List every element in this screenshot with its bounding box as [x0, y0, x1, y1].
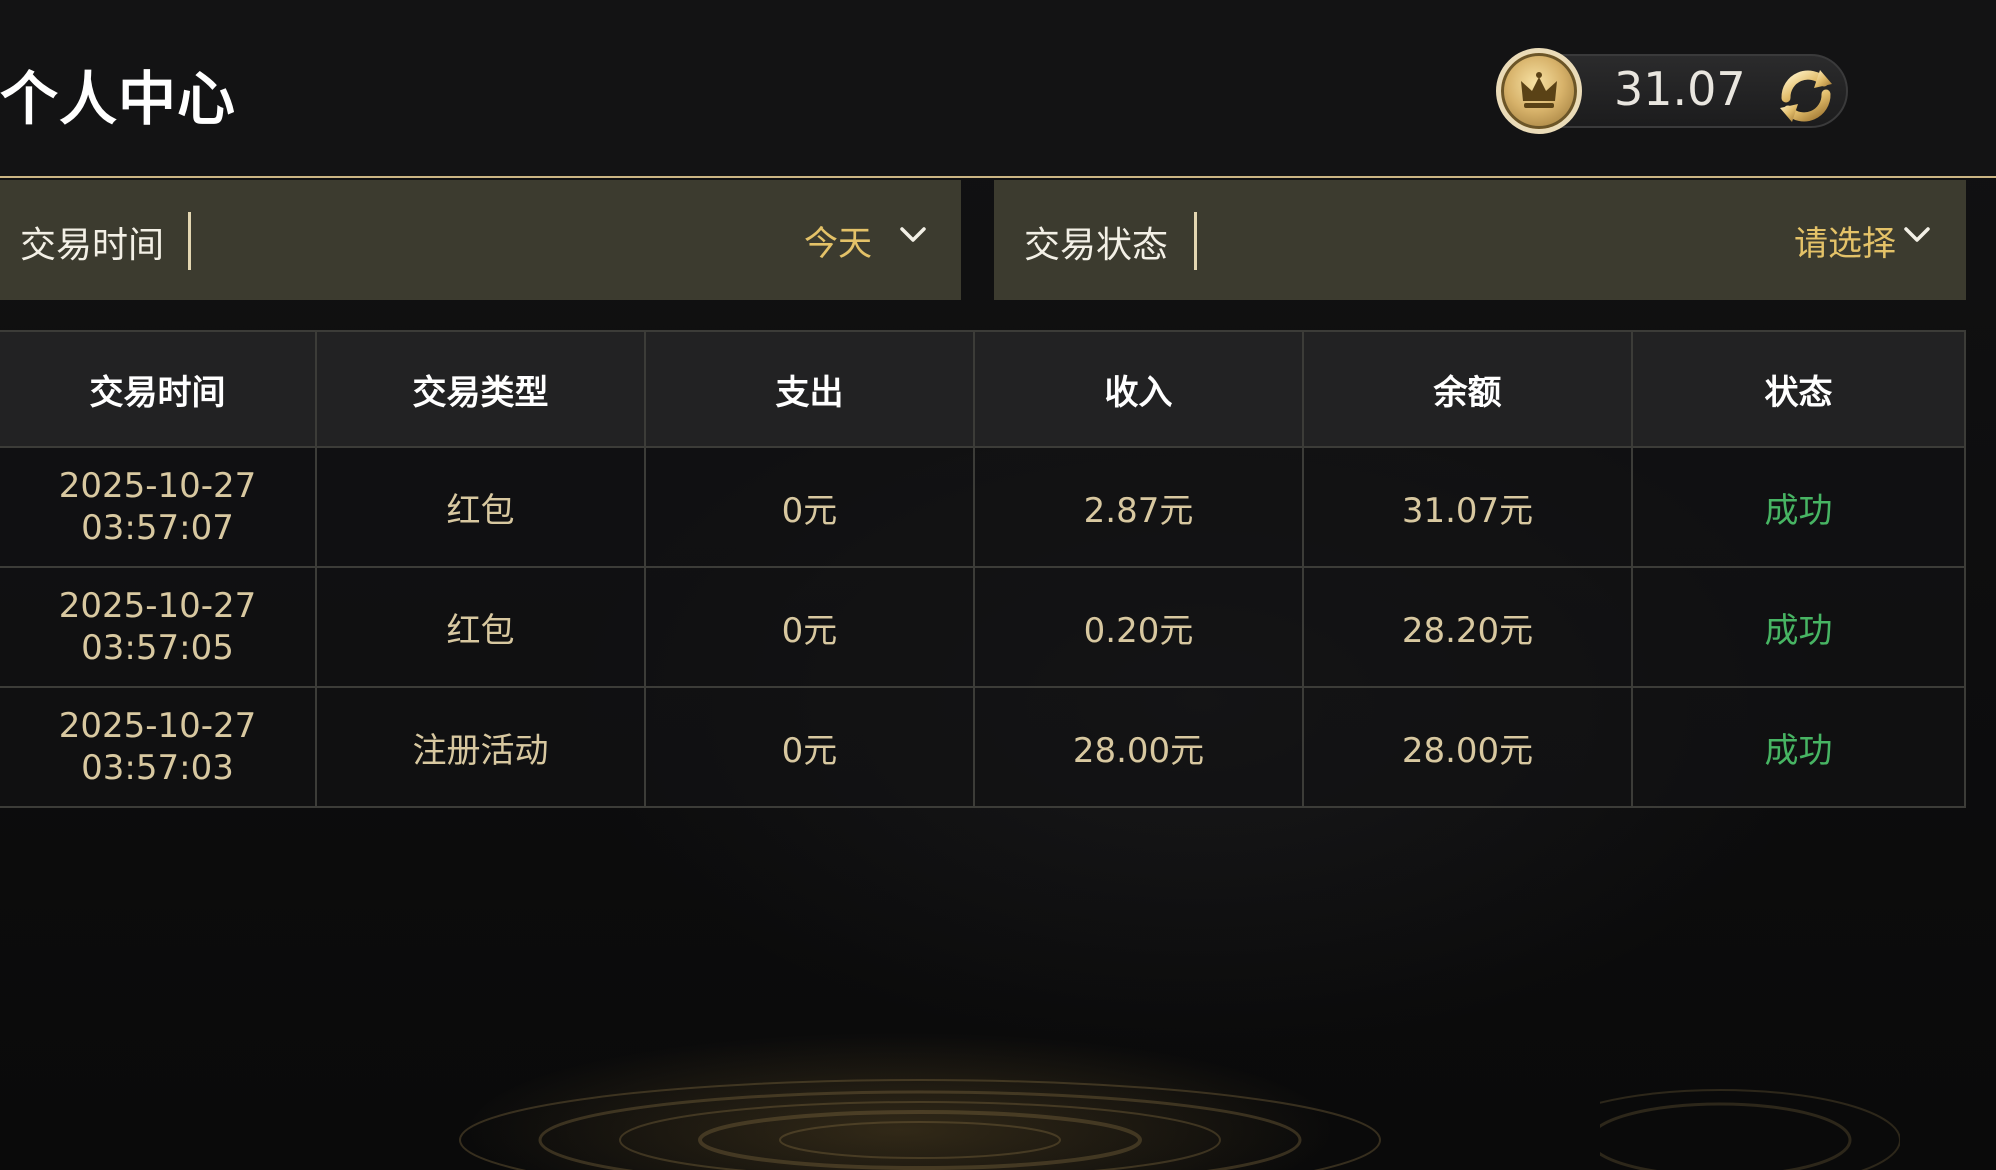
filter-transaction-status[interactable]: 交易状态 请选择 — [994, 180, 1966, 300]
cell-balance: 31.07元 — [1304, 448, 1633, 568]
filter-transaction-time[interactable]: 交易时间 今天 — [0, 180, 961, 300]
cell-clock: 03:57:03 — [81, 748, 234, 788]
column-header-label: 状态 — [1764, 372, 1833, 413]
cell-balance-text: 28.20元 — [1401, 610, 1534, 651]
page-title: 个人中心 — [0, 65, 237, 133]
cell-expense-text: 0元 — [781, 490, 838, 531]
chevron-down-icon[interactable] — [898, 224, 928, 246]
cell-time: 2025-10-27 03:57:05 — [0, 568, 317, 688]
refresh-icon[interactable] — [1768, 58, 1844, 134]
column-header-type: 交易类型 — [317, 330, 646, 448]
cell-type-text: 注册活动 — [412, 730, 549, 771]
cell-balance: 28.20元 — [1304, 568, 1633, 688]
cell-expense: 0元 — [646, 448, 975, 568]
decorative-rings — [1600, 1089, 1900, 1170]
filter-time-label: 交易时间 — [20, 225, 165, 266]
cell-balance: 28.00元 — [1304, 688, 1633, 808]
cell-time: 2025-10-27 03:57:07 — [0, 448, 317, 568]
cell-time-text: 2025-10-27 03:57:07 — [59, 465, 257, 549]
balance-value: 31.07 — [1614, 62, 1746, 116]
page: 个人中心 31.07 交易时间 今天 交易状态 请选择 交易时间 交易类型 支出… — [0, 0, 1996, 1170]
header-divider — [0, 176, 1996, 178]
table-row[interactable]: 2025-10-27 03:57:07 红包 0元 2.87元 31.07元 成… — [0, 448, 1966, 568]
cell-status: 成功 — [1633, 448, 1966, 568]
cell-time-text: 2025-10-27 03:57:03 — [59, 705, 257, 789]
table-header-row: 交易时间 交易类型 支出 收入 余额 状态 — [0, 330, 1966, 448]
cell-income-text: 28.00元 — [1072, 730, 1205, 771]
cell-time: 2025-10-27 03:57:03 — [0, 688, 317, 808]
crown-coin-icon — [1496, 48, 1582, 134]
filter-time-value[interactable]: 今天 — [804, 216, 872, 265]
decorative-rings — [459, 1079, 1381, 1170]
cell-expense-text: 0元 — [781, 610, 838, 651]
cell-date: 2025-10-27 — [58, 466, 257, 506]
filter-status-value[interactable]: 请选择 — [1794, 216, 1896, 265]
cell-date: 2025-10-27 — [58, 706, 257, 746]
cell-expense: 0元 — [646, 688, 975, 808]
filter-status-divider — [1194, 212, 1197, 270]
cell-balance-text: 31.07元 — [1401, 490, 1534, 531]
cell-type-text: 红包 — [446, 490, 515, 531]
column-header-time: 交易时间 — [0, 330, 317, 448]
cell-expense: 0元 — [646, 568, 975, 688]
cell-time-text: 2025-10-27 03:57:05 — [59, 585, 257, 669]
cell-clock: 03:57:07 — [81, 508, 234, 548]
status-badge: 成功 — [1764, 490, 1833, 531]
cell-income-text: 0.20元 — [1083, 610, 1194, 651]
column-header-label: 余额 — [1433, 372, 1502, 413]
header-bar: 个人中心 31.07 — [0, 0, 1996, 177]
column-header-expense: 支出 — [646, 330, 975, 448]
column-header-status: 状态 — [1633, 330, 1966, 448]
status-badge: 成功 — [1764, 730, 1833, 771]
cell-income-text: 2.87元 — [1083, 490, 1194, 531]
cell-status: 成功 — [1633, 688, 1966, 808]
cell-income: 28.00元 — [975, 688, 1304, 808]
cell-income: 0.20元 — [975, 568, 1304, 688]
cell-type: 红包 — [317, 568, 646, 688]
cell-date: 2025-10-27 — [58, 586, 257, 626]
chevron-down-icon[interactable] — [1902, 224, 1932, 246]
cell-type: 注册活动 — [317, 688, 646, 808]
column-header-label: 交易类型 — [412, 372, 549, 413]
table-row[interactable]: 2025-10-27 03:57:05 红包 0元 0.20元 28.20元 成… — [0, 568, 1966, 688]
cell-clock: 03:57:05 — [81, 628, 234, 668]
column-header-label: 交易时间 — [89, 372, 226, 413]
cell-balance-text: 28.00元 — [1401, 730, 1534, 771]
status-badge: 成功 — [1764, 610, 1833, 651]
cell-type-text: 红包 — [446, 610, 515, 651]
column-header-label: 支出 — [775, 372, 844, 413]
cell-type: 红包 — [317, 448, 646, 568]
column-header-balance: 余额 — [1304, 330, 1633, 448]
column-header-income: 收入 — [975, 330, 1304, 448]
cell-status: 成功 — [1633, 568, 1966, 688]
filter-status-label: 交易状态 — [1024, 225, 1169, 266]
filter-time-divider — [188, 212, 191, 270]
table-row[interactable]: 2025-10-27 03:57:03 注册活动 0元 28.00元 28.00… — [0, 688, 1966, 808]
column-header-label: 收入 — [1104, 372, 1173, 413]
cell-expense-text: 0元 — [781, 730, 838, 771]
cell-income: 2.87元 — [975, 448, 1304, 568]
